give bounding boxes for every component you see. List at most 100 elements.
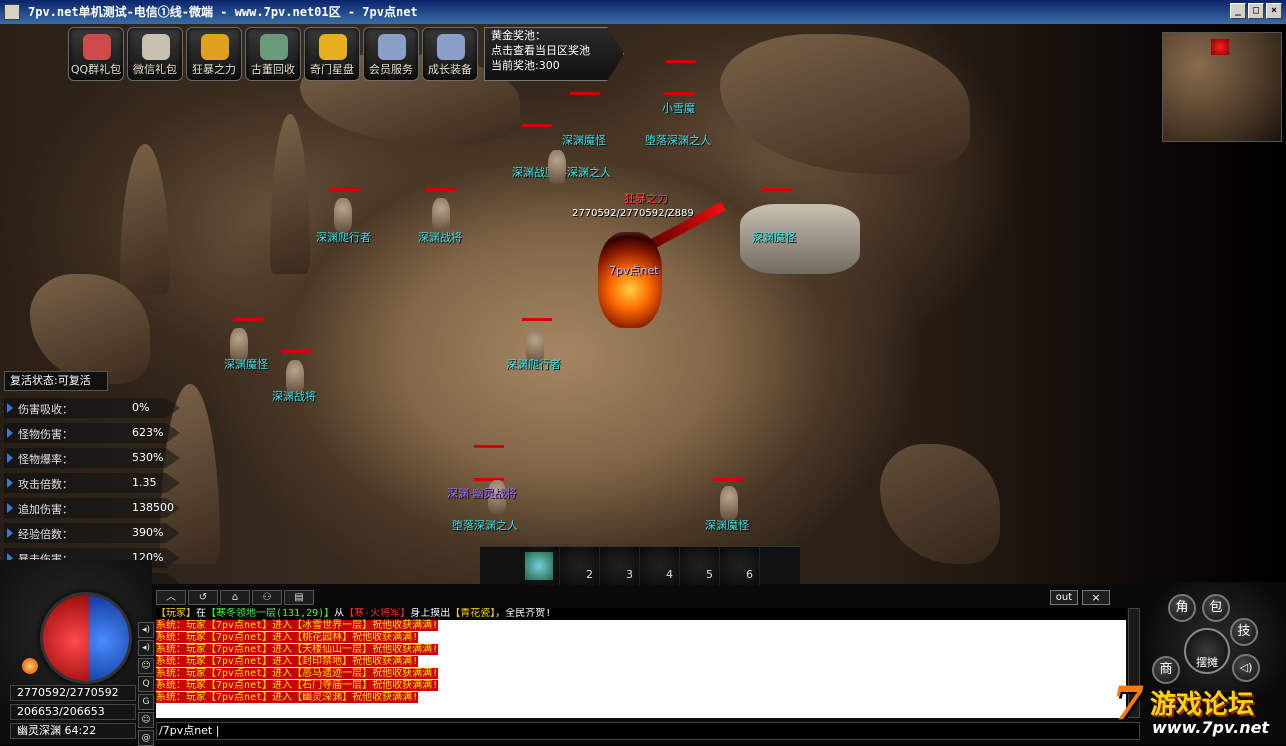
minimap[interactable] <box>1162 32 1282 142</box>
monster-hp-bar <box>426 188 456 191</box>
skill-icon <box>525 552 553 580</box>
chat-tab-up[interactable]: ︿ <box>156 590 186 605</box>
star-plate-button[interactable]: 奇门星盘 <box>304 27 360 81</box>
emote-icon[interactable]: ☺ <box>138 712 154 728</box>
arrow-icon <box>7 528 13 538</box>
stat-row: 追加伤害： 138500 <box>4 496 180 521</box>
growth-equip-icon <box>437 34 465 60</box>
mp-readout: 206653/206653 <box>10 704 136 720</box>
chat-tab-group[interactable]: ⚇ <box>252 590 282 605</box>
minimize-button[interactable]: _ <box>1230 3 1246 19</box>
qq-gift-button[interactable]: QQ群礼包 <box>68 27 124 81</box>
arrow-icon <box>7 503 13 513</box>
wechat-gift-icon <box>142 34 170 60</box>
monster-label[interactable]: 深渊爬行者 <box>316 229 371 245</box>
skill-slot-4[interactable]: 4 <box>640 547 680 585</box>
antique-recycle-icon <box>260 34 288 60</box>
gold-pool-title: 黄金奖池： <box>491 29 546 42</box>
window-title: 7pv.net单机测试-电信①线-微端 - www.7pv.net01区 - 7… <box>28 5 418 19</box>
gold-pool-amount: 当前奖池:300 <box>491 59 560 72</box>
stat-row: 经验倍数： 390% <box>4 521 180 546</box>
close-button[interactable]: × <box>1266 3 1282 19</box>
chat-tab-message[interactable]: ▤ <box>284 590 314 605</box>
app-icon <box>4 4 20 20</box>
monster-label[interactable]: 堕落深渊之人 <box>645 132 711 148</box>
monster-label[interactable]: 堕落深渊之人 <box>452 517 518 533</box>
monster-hp-bar <box>282 350 312 353</box>
watermark-logo: 7 游戏论坛 www.7pv.net <box>1112 676 1270 737</box>
chat-line: 系统：玩家【7pv点net】进入【恶马遗迹一层】祝他收获满满! <box>156 668 439 679</box>
monster-label[interactable]: 小雪魔 <box>662 100 695 116</box>
bag-button[interactable]: 包 <box>1202 594 1230 622</box>
title-bar: 7pv.net单机测试-电信①线-微端 - www.7pv.net01区 - 7… <box>0 0 1286 24</box>
chat-log[interactable]: 【玩家】在【寒冬领地一层(131,29)】从【寒·火将军】身上摸出【青花瓷】，全… <box>156 608 1126 718</box>
player-marker-icon <box>1211 39 1229 55</box>
monster-hp-bar <box>522 318 552 321</box>
skill-slot-5[interactable]: 5 <box>680 547 720 585</box>
rock-pillar <box>120 144 170 294</box>
gift-bag-icon <box>83 34 111 60</box>
skill-slot-6[interactable]: 6 <box>720 547 760 585</box>
mp-orb-half <box>89 595 129 681</box>
player-character[interactable] <box>598 232 662 328</box>
monster-label[interactable]: 深渊魔怪 <box>224 356 268 372</box>
monster-sprite[interactable] <box>540 144 574 190</box>
attack-mode-icon[interactable] <box>22 658 38 674</box>
chat-line: 系统：玩家【7pv点net】进入【冰雪世界一层】祝他收获满满! <box>156 620 439 631</box>
chat-close-button[interactable]: × <box>1082 590 1110 605</box>
game-window: 7pv.net单机测试-电信①线-微端 - www.7pv.net01区 - 7… <box>0 0 1286 746</box>
cave-wall <box>720 34 970 174</box>
feature-icon-bar: QQ群礼包 微信礼包 狂暴之力 古董回收 奇门星盘 会员服务 成长装备 <box>68 27 478 81</box>
skill-slot-3[interactable]: 3 <box>600 547 640 585</box>
character-button[interactable]: 角 <box>1168 594 1196 622</box>
chat-tab-home[interactable]: ⌂ <box>220 590 250 605</box>
monster-label[interactable]: 深渊魔怪 <box>705 517 749 533</box>
monster-label[interactable]: 深渊·幽灵战将 <box>447 485 517 501</box>
hp-orb-half <box>43 595 89 681</box>
chat-out-button[interactable]: out <box>1050 590 1078 605</box>
cave-wall <box>880 444 1000 564</box>
monster-label[interactable]: 深渊魔怪 <box>752 229 796 245</box>
sound-icon[interactable]: ◁) <box>1232 654 1260 682</box>
q-channel-icon[interactable]: Q <box>138 676 154 692</box>
rock-pillar <box>270 114 310 274</box>
chat-line: 系统：玩家【7pv点net】进入【幽灵深渊】祝他收获满满! <box>156 692 419 703</box>
vip-service-button[interactable]: 会员服务 <box>363 27 419 81</box>
growth-equip-button[interactable]: 成长装备 <box>422 27 478 81</box>
gold-pool-link[interactable]: 点击查看当日区奖池 <box>485 43 623 58</box>
monster-label[interactable]: 深渊战将 <box>418 229 462 245</box>
arrow-icon <box>7 453 13 463</box>
speaker-icon[interactable]: ◂) <box>138 640 154 656</box>
arrow-icon <box>7 478 13 488</box>
chat-tab-refresh[interactable]: ↺ <box>188 590 218 605</box>
antique-recycle-button[interactable]: 古董回收 <box>245 27 301 81</box>
g-channel-icon[interactable]: G <box>138 694 154 710</box>
monster-label[interactable]: 深渊爬行者 <box>506 356 561 372</box>
skill-bar: 2 3 4 5 6 <box>480 546 800 585</box>
monster-hp-bar <box>666 60 696 63</box>
at-icon[interactable]: @ <box>138 730 154 746</box>
wechat-gift-button[interactable]: 微信礼包 <box>127 27 183 81</box>
chat-input[interactable]: /7pv点net | <box>156 722 1140 740</box>
monster-label[interactable]: 深渊战将 <box>272 388 316 404</box>
chat-announcement: 【玩家】在【寒冬领地一层(131,29)】从【寒·火将军】身上摸出【青花瓷】，全… <box>156 608 1126 620</box>
rage-power-button[interactable]: 狂暴之力 <box>186 27 242 81</box>
skills-button[interactable]: 技 <box>1230 618 1258 646</box>
game-scene[interactable]: 小雪魔 深渊魔怪 堕落深渊之人 深渊战堕落深渊之人 深渊爬行者 深渊战将 深渊魔… <box>0 24 1286 584</box>
stall-button[interactable]: 摆摊 <box>1184 628 1230 674</box>
monster-hp-bar <box>474 445 504 448</box>
skill-slot-1[interactable] <box>520 547 560 585</box>
maximize-button[interactable]: □ <box>1248 3 1264 19</box>
arrow-icon <box>7 428 13 438</box>
monster-hp-bar <box>522 124 552 127</box>
revive-status: 复活状态:可复活 <box>4 371 108 391</box>
emote-icon[interactable]: ☺ <box>138 658 154 674</box>
skill-slot-2[interactable]: 2 <box>560 547 600 585</box>
rage-power-icon <box>201 34 229 60</box>
shop-button[interactable]: 商 <box>1152 656 1180 684</box>
monster-hp-bar <box>234 318 264 321</box>
speaker-icon[interactable]: ◂) <box>138 622 154 638</box>
stat-row: 攻击倍数： 1.35 <box>4 471 180 496</box>
gold-pool-panel[interactable]: 黄金奖池： 点击查看当日区奖池 当前奖池:300 <box>484 27 624 81</box>
arrow-icon <box>7 403 13 413</box>
